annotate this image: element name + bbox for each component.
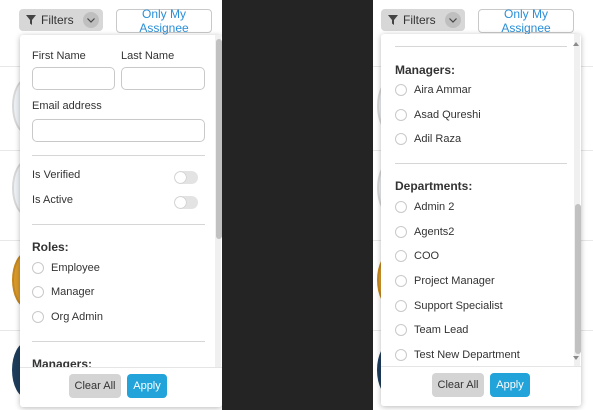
only-my-assignee-button[interactable]: Only My Assignee [478, 7, 574, 35]
is-verified-label: Is Verified [32, 169, 81, 181]
funnel-icon [388, 15, 398, 25]
funnel-icon [26, 15, 36, 25]
first-name-label: First Name [32, 50, 86, 62]
left-screen: Filters Only My Assignee First Name Last… [0, 0, 222, 410]
filters-button[interactable]: Filters [19, 9, 103, 31]
is-active-toggle[interactable] [174, 196, 198, 209]
scroll-down-arrow-icon[interactable] [573, 356, 579, 360]
is-verified-toggle[interactable] [174, 171, 198, 184]
clear-all-button[interactable]: Clear All [69, 374, 121, 398]
radio-button[interactable] [395, 133, 407, 145]
manager-option-aira-ammar[interactable]: Aira Ammar [395, 84, 471, 96]
radio-button[interactable] [395, 250, 407, 262]
section-divider [32, 155, 205, 156]
role-option-label: Employee [51, 262, 100, 274]
department-option-label: Admin 2 [414, 201, 455, 213]
scroll-up-arrow-icon[interactable] [573, 42, 579, 46]
email-label: Email address [32, 100, 102, 112]
department-option-label: Project Manager [414, 275, 495, 287]
section-divider [32, 341, 205, 342]
radio-button[interactable] [395, 109, 407, 121]
department-option-label: COO [414, 250, 440, 262]
department-option-label: Support Specialist [414, 300, 503, 312]
apply-button[interactable]: Apply [490, 373, 530, 397]
last-name-label: Last Name [121, 50, 175, 62]
role-option-label: Org Admin [51, 311, 103, 323]
filters-button[interactable]: Filters [381, 9, 465, 31]
role-option-label: Manager [51, 286, 95, 298]
radio-button[interactable] [395, 226, 407, 238]
filters-scroll-area[interactable]: First Name Last Name Email address Is Ve… [20, 35, 222, 367]
department-option-admin-2[interactable]: Admin 2 [395, 201, 454, 213]
filters-panel: Managers: Aira Ammar Asad Qureshi Adil R… [381, 34, 581, 406]
radio-button[interactable] [395, 300, 407, 312]
radio-button[interactable] [32, 286, 44, 298]
is-active-label: Is Active [32, 194, 73, 206]
scrollbar-thumb[interactable] [216, 39, 222, 239]
department-option-label: Team Lead [414, 324, 469, 336]
radio-button[interactable] [32, 262, 44, 274]
filters-label: Filters [41, 13, 74, 27]
roles-title: Roles: [32, 240, 69, 254]
radio-button[interactable] [395, 275, 407, 287]
manager-option-label: Asad Qureshi [414, 109, 481, 121]
role-option-manager[interactable]: Manager [32, 286, 94, 298]
last-name-input[interactable] [121, 67, 205, 90]
role-option-org-admin[interactable]: Org Admin [32, 311, 103, 323]
department-option-team-lead[interactable]: Team Lead [395, 324, 468, 336]
manager-option-label: Aira Ammar [414, 84, 472, 96]
filters-footer: Clear All Apply [20, 367, 222, 407]
manager-option-adil-raza[interactable]: Adil Raza [395, 133, 461, 145]
department-option-project-manager[interactable]: Project Manager [395, 275, 495, 287]
role-option-employee[interactable]: Employee [32, 262, 100, 274]
filters-scroll-area[interactable]: Managers: Aira Ammar Asad Qureshi Adil R… [381, 34, 581, 366]
radio-button[interactable] [395, 349, 407, 361]
department-option-label: Test New Department [414, 349, 520, 361]
first-name-input[interactable] [32, 67, 115, 90]
section-divider [395, 163, 567, 164]
scrollbar-thumb[interactable] [575, 204, 581, 354]
managers-title: Managers: [32, 357, 93, 367]
departments-title: Departments: [395, 179, 473, 193]
filters-panel: First Name Last Name Email address Is Ve… [20, 35, 222, 407]
filters-footer: Clear All Apply [381, 366, 581, 406]
department-option-test-new-department[interactable]: Test New Department [395, 349, 520, 361]
radio-button[interactable] [32, 311, 44, 323]
right-screen: Filters Only My Assignee Managers: Aira … [373, 0, 593, 410]
managers-title: Managers: [395, 63, 456, 77]
chevron-down-icon [83, 12, 99, 28]
department-option-support-specialist[interactable]: Support Specialist [395, 300, 503, 312]
clear-all-button[interactable]: Clear All [432, 373, 484, 397]
section-divider [32, 224, 205, 225]
toolbar: Filters Only My Assignee [0, 0, 222, 40]
email-input[interactable] [32, 119, 205, 142]
manager-option-label: Adil Raza [414, 133, 462, 145]
manager-option-asad-qureshi[interactable]: Asad Qureshi [395, 109, 481, 121]
apply-button[interactable]: Apply [127, 374, 167, 398]
department-option-label: Agents2 [414, 226, 455, 238]
filters-label: Filters [403, 13, 436, 27]
only-my-assignee-button[interactable]: Only My Assignee [116, 7, 212, 35]
chevron-down-icon [445, 12, 461, 28]
radio-button[interactable] [395, 84, 407, 96]
department-option-agents2[interactable]: Agents2 [395, 226, 454, 238]
radio-button[interactable] [395, 201, 407, 213]
radio-button[interactable] [395, 324, 407, 336]
section-divider [395, 46, 567, 47]
department-option-coo[interactable]: COO [395, 250, 439, 262]
